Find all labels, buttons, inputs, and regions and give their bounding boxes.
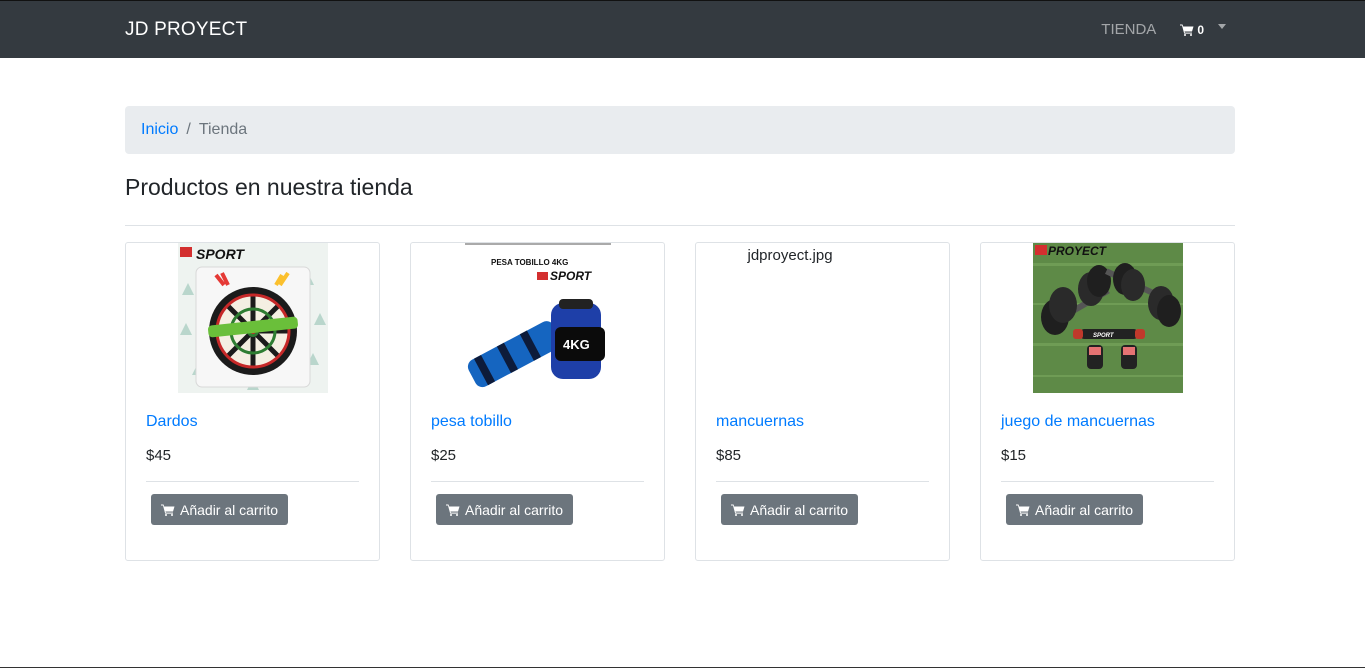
page: JD PROYECT TIENDA 0 Inicio / Tienda Prod…	[0, 0, 1365, 668]
product-title-link[interactable]: pesa tobillo	[431, 413, 644, 431]
card-divider	[1001, 481, 1214, 482]
card-body: pesa tobillo $25 Añadir al carrito	[411, 413, 664, 525]
dumbbell-set-image: PROYECT SPORT	[1032, 243, 1183, 393]
dumbbell-set-logo: PROYECT	[1048, 244, 1108, 258]
add-to-cart-button[interactable]: Añadir al carrito	[1006, 494, 1144, 525]
darts-logo-text: SPORT	[196, 246, 245, 262]
product-title-link[interactable]: Dardos	[146, 413, 359, 431]
product-card: jdproyect.jpg mancuernas $85 Añadir al c…	[695, 242, 950, 561]
ankle-weight-image: PESA TOBILLO 4KG SPORT 4KG	[462, 243, 613, 393]
page-title: Productos en nuestra tienda	[125, 174, 413, 200]
darts-image: SPORT	[177, 243, 328, 393]
product-grid: SPORT Dardos $45 Añadir al carrito PESA …	[125, 242, 1235, 561]
product-title-link[interactable]: mancuernas	[716, 413, 929, 431]
card-body: Dardos $45 Añadir al carrito	[126, 413, 379, 525]
ankle-weight-badge: 4KG	[563, 337, 590, 352]
main-container: Inicio / Tienda Productos en nuestra tie…	[125, 106, 1235, 561]
product-image-dumbbell-set[interactable]: PROYECT SPORT	[1032, 243, 1183, 393]
add-to-cart-label: Añadir al carrito	[750, 501, 849, 518]
product-image-darts[interactable]: SPORT	[177, 243, 328, 393]
product-price: $15	[1001, 447, 1027, 464]
product-card: SPORT Dardos $45 Añadir al carrito	[125, 242, 380, 561]
cart-icon	[1180, 24, 1194, 36]
add-to-cart-button[interactable]: Añadir al carrito	[151, 494, 289, 525]
brand-link[interactable]: JD PROYECT	[125, 19, 247, 41]
caret-down-icon	[1218, 24, 1226, 29]
product-image-ankle-weight[interactable]: PESA TOBILLO 4KG SPORT 4KG	[462, 243, 613, 393]
product-price: $45	[146, 447, 172, 464]
add-to-cart-label: Añadir al carrito	[465, 501, 564, 518]
add-to-cart-label: Añadir al carrito	[1035, 501, 1134, 518]
product-image-broken[interactable]: jdproyect.jpg	[748, 243, 898, 393]
navbar: JD PROYECT TIENDA 0	[0, 1, 1365, 58]
dumbbell-set-bar-logo: SPORT	[1093, 333, 1115, 339]
add-to-cart-button[interactable]: Añadir al carrito	[436, 494, 574, 525]
card-divider	[146, 481, 359, 482]
navbar-right: TIENDA 0	[1101, 1, 1235, 58]
cart-icon	[446, 504, 460, 516]
add-to-cart-label: Añadir al carrito	[180, 501, 279, 518]
breadcrumb-home-link[interactable]: Inicio	[141, 121, 178, 139]
cart-dropdown-toggle[interactable]: 0	[1180, 23, 1235, 37]
cart-icon	[731, 504, 745, 516]
add-to-cart-button[interactable]: Añadir al carrito	[721, 494, 859, 525]
product-card: PESA TOBILLO 4KG SPORT 4KG pesa tobillo …	[410, 242, 665, 561]
card-body: mancuernas $85 Añadir al carrito	[696, 413, 949, 525]
card-divider	[431, 481, 644, 482]
card-divider	[716, 481, 929, 482]
product-price: $85	[716, 447, 742, 464]
cart-count: 0	[1197, 22, 1204, 37]
navbar-inner: JD PROYECT TIENDA 0	[125, 1, 1235, 58]
card-body: juego de mancuernas $15 Añadir al carrit…	[981, 413, 1234, 525]
product-price: $25	[431, 447, 457, 464]
product-card: PROYECT SPORT juego de mancuernas $15 Añ…	[980, 242, 1235, 561]
image-alt-text: jdproyect.jpg	[747, 247, 833, 264]
cart-icon	[1016, 504, 1030, 516]
breadcrumb-separator: /	[186, 121, 191, 138]
ankle-weight-logo: SPORT	[550, 269, 593, 283]
nav-link-tienda[interactable]: TIENDA	[1101, 21, 1156, 38]
ankle-weight-caption: PESA TOBILLO 4KG	[491, 258, 568, 267]
breadcrumb-current: Tienda	[198, 121, 248, 138]
cart-icon	[161, 504, 175, 516]
title-divider	[125, 225, 1235, 226]
product-title-link[interactable]: juego de mancuernas	[1001, 413, 1214, 431]
breadcrumb: Inicio / Tienda	[125, 106, 1235, 154]
